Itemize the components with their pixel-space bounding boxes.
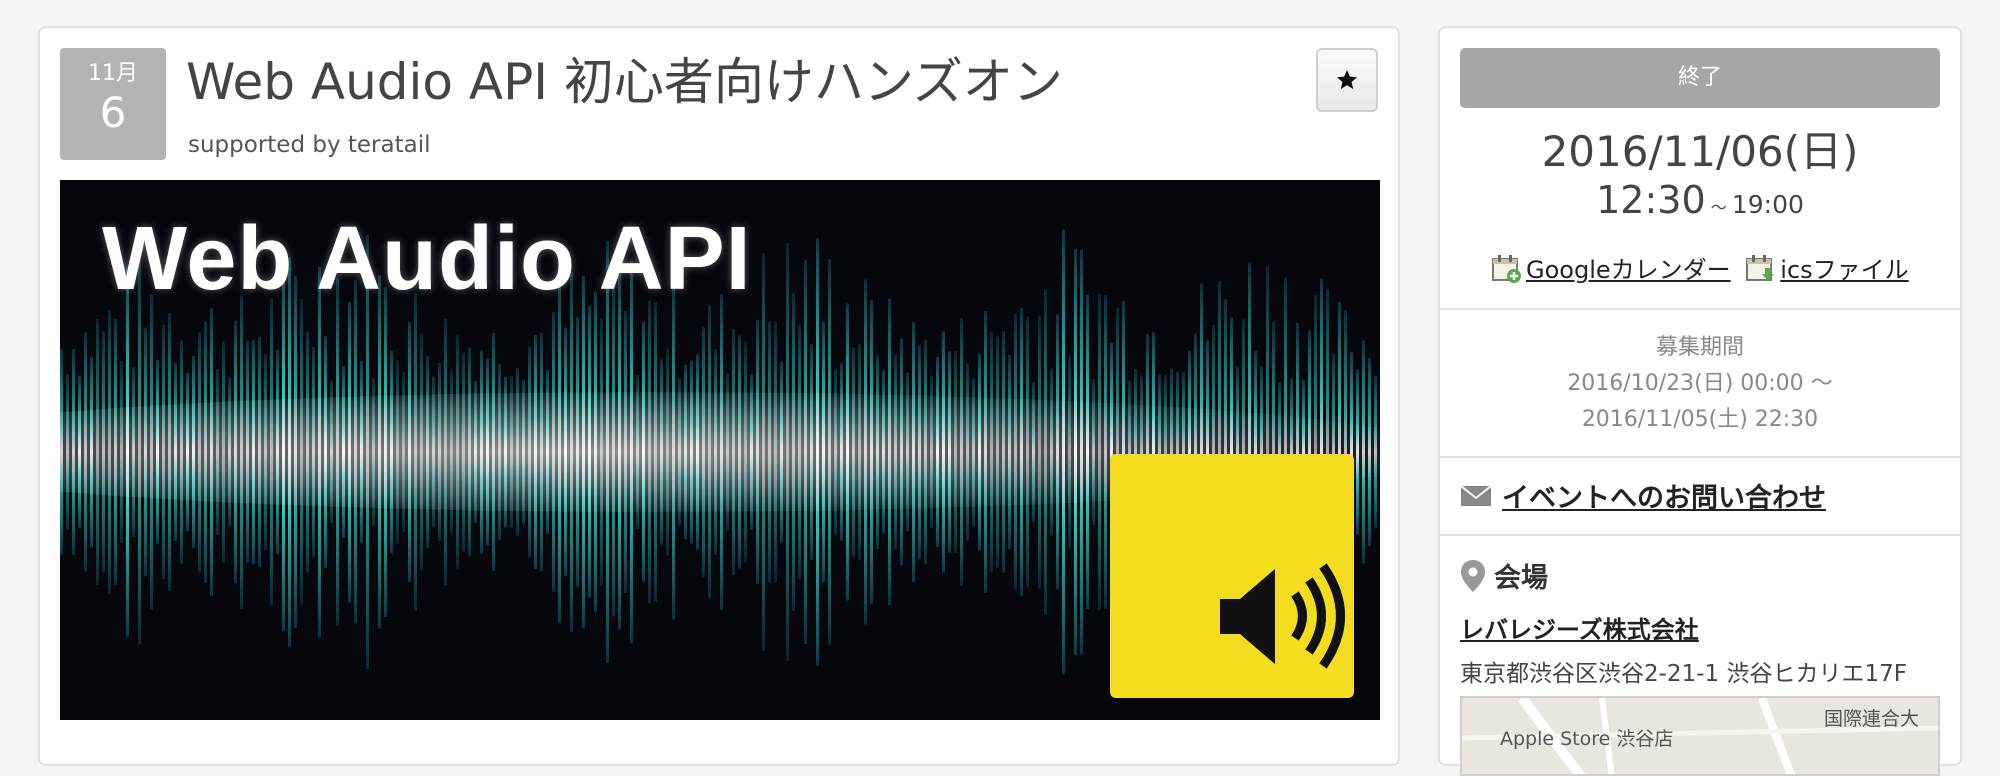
recruit-period-label: 募集期間	[1655, 335, 1744, 360]
mail-icon	[1460, 484, 1492, 506]
venue-address: 東京都渋谷区渋谷2-21-1 渋谷ヒカリエ17F	[1460, 661, 1907, 687]
start-time: 12:30	[1596, 178, 1706, 222]
map-pin-icon	[1461, 559, 1485, 592]
recruit-period-start: 2016/10/23(日) 00:00 ～	[1567, 371, 1833, 396]
venue-link[interactable]: レバレジーズ株式会社	[1460, 616, 1699, 644]
event-sidebar: 終了 2016/11/06(日) 12:30 ～ 19:00 Googleカレン…	[1438, 26, 1962, 776]
recruit-period: 募集期間 2016/10/23(日) 00:00 ～ 2016/11/05(土)…	[1440, 330, 1960, 438]
map-label: 国際連合大	[1824, 708, 1920, 730]
event-time: 12:30 ～ 19:00	[1440, 178, 1960, 222]
end-time: 19:00	[1731, 190, 1804, 219]
banner-title: Web Audio API	[102, 209, 752, 309]
venue-map[interactable]: Apple Store 渋谷店 国際連合大	[1460, 696, 1940, 776]
event-date: 2016/11/06(日)	[1541, 127, 1859, 176]
bookmark-button[interactable]	[1316, 48, 1378, 112]
calendar-download-icon	[1746, 254, 1775, 281]
speaker-icon	[1220, 563, 1345, 669]
date-badge-day: 6	[99, 88, 127, 137]
date-badge-month: 11月	[88, 61, 138, 86]
divider	[1440, 456, 1960, 458]
map-label: Apple Store 渋谷店	[1500, 728, 1674, 750]
venue-label: 会場	[1494, 563, 1548, 594]
divider	[1440, 308, 1960, 310]
time-separator: ～	[1710, 198, 1727, 217]
ics-file-link[interactable]: icsファイル	[1780, 256, 1908, 284]
event-title: Web Audio API 初心者向けハンズオン	[186, 53, 1063, 111]
event-banner-image: Web Audio API	[60, 180, 1380, 720]
divider	[1440, 534, 1960, 536]
event-subtitle: supported by teratail	[188, 132, 431, 158]
contact-link[interactable]: イベントへのお問い合わせ	[1502, 483, 1826, 514]
status-button[interactable]: 終了	[1460, 48, 1940, 108]
calendar-links: Googleカレンダー icsファイル	[1490, 250, 1909, 285]
speaker-tile	[1110, 454, 1354, 698]
calendar-add-icon	[1492, 254, 1521, 283]
date-badge: 11月 6	[60, 48, 166, 160]
star-icon	[1337, 70, 1357, 89]
google-calendar-link[interactable]: Googleカレンダー	[1526, 256, 1731, 284]
venue-heading: 会場	[1460, 556, 1548, 595]
contact-row: イベントへのお問い合わせ	[1460, 476, 1826, 515]
venue-name: レバレジーズ株式会社	[1460, 610, 1699, 645]
event-card: 11月 6 Web Audio API 初心者向けハンズオン supported…	[38, 26, 1400, 766]
recruit-period-end: 2016/11/05(土) 22:30	[1581, 407, 1819, 432]
